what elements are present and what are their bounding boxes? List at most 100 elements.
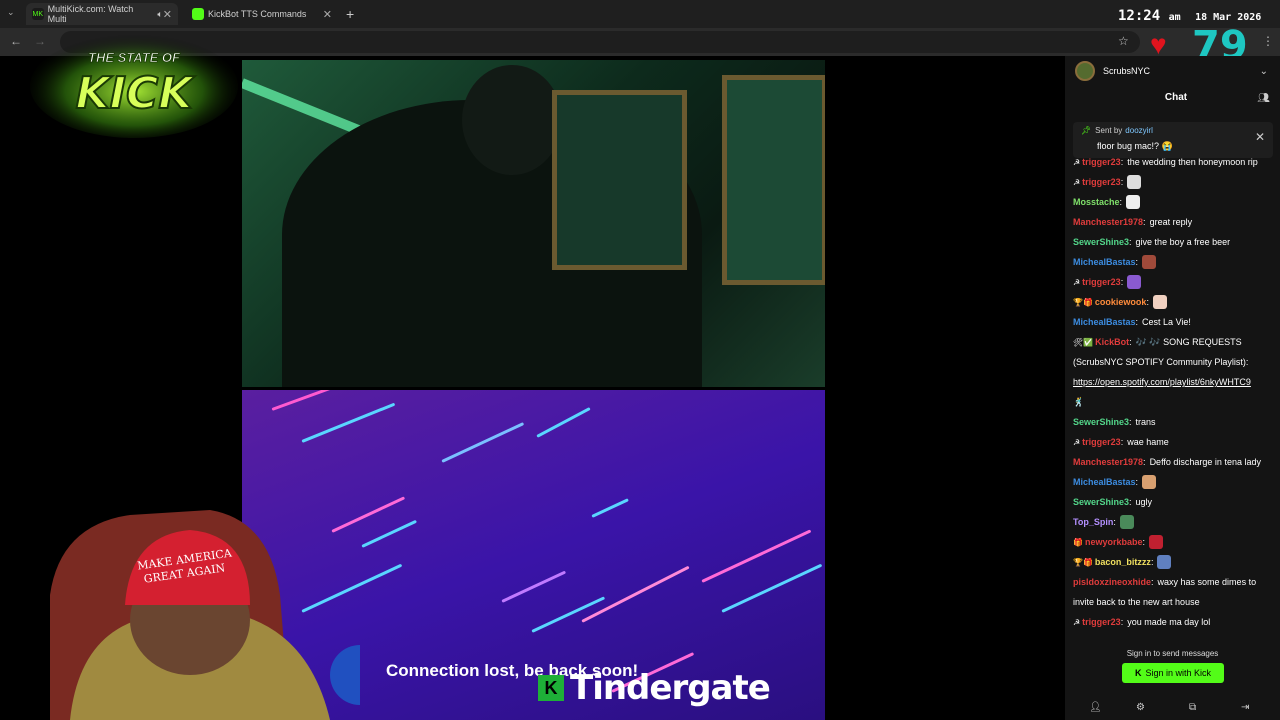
chat-username[interactable]: SewerShine3 — [1073, 497, 1129, 507]
username-separator: : — [1135, 477, 1139, 487]
chat-text: invite back to the new art house — [1073, 597, 1200, 607]
chat-username[interactable]: Manchester1978 — [1073, 457, 1143, 467]
chat-username[interactable]: Manchester1978 — [1073, 217, 1143, 227]
emote-icon — [1149, 535, 1164, 549]
kick-logo-icon: K — [538, 675, 564, 701]
close-icon[interactable]: ✕ — [1255, 130, 1265, 144]
head-silhouette — [462, 65, 562, 175]
picture-frame — [552, 90, 687, 270]
close-tab-icon[interactable]: ✕ — [323, 8, 332, 21]
chat-username[interactable]: trigger23 — [1082, 177, 1121, 187]
chat-message: MichealBastas: — [1073, 472, 1275, 492]
light-streak — [501, 570, 567, 603]
username-separator: : — [1129, 337, 1132, 347]
chat-message: ☭ trigger23: — [1073, 172, 1275, 192]
chat-link[interactable]: https://open.spotify.com/playlist/6nkyWH… — [1073, 377, 1251, 387]
chat-title: Chat — [1164, 92, 1188, 103]
tab-search-icon[interactable]: ⌄ — [7, 7, 15, 18]
pinned-text: floor bug mac!? 😭 — [1097, 141, 1173, 151]
chat-message: 🛠✅ KickBot: 🎶 🎶 SONG REQUESTS — [1073, 332, 1275, 352]
chat-username[interactable]: Top_Spin — [1073, 517, 1113, 527]
chat-text: 🎶 🎶 SONG REQUESTS — [1135, 336, 1242, 347]
chat-text: wae hame — [1127, 437, 1169, 447]
username-separator: : — [1119, 197, 1123, 207]
chat-username[interactable]: MichealBastas — [1073, 257, 1136, 267]
light-streak — [591, 498, 629, 518]
streamer-selector[interactable]: ScrubsNYC ⌄ — [1065, 56, 1280, 86]
chat-text: waxy has some dimes to — [1157, 577, 1257, 587]
gear-icon[interactable]: ⚙ — [1136, 702, 1145, 713]
emote-icon — [1127, 275, 1142, 289]
users-icon[interactable]: 👥︎ — [1257, 93, 1270, 104]
user-badge-icon: 🏆🎁 — [1073, 557, 1093, 567]
browser-menu-icon[interactable]: ⋮ — [1262, 34, 1274, 48]
chat-username[interactable]: pisldoxzineoxhide — [1073, 577, 1151, 587]
light-streak — [361, 519, 418, 548]
light-streak — [441, 422, 525, 463]
chat-text: Cest La Vie! — [1142, 317, 1191, 327]
chat-message: MichealBastas: — [1073, 252, 1275, 272]
chat-username[interactable]: MichealBastas — [1073, 477, 1136, 487]
chat-username[interactable]: SewerShine3 — [1073, 237, 1129, 247]
username-separator: : — [1129, 417, 1132, 427]
emote-icon — [1157, 555, 1172, 569]
chat-message: Manchester1978: great reply — [1073, 212, 1275, 232]
user-badge-icon: ☭ — [1073, 177, 1081, 187]
chat-message: Top_Spin: — [1073, 512, 1275, 532]
bookmark-star-icon[interactable]: ☆ — [1118, 34, 1129, 48]
signin-note: Sign in to send messages — [1126, 649, 1219, 658]
chat-text: Deffo discharge in tena lady — [1149, 457, 1261, 467]
blue-object — [330, 645, 360, 705]
username-separator: : — [1135, 317, 1139, 327]
pinned-message: 📌︎ Sent by doozyirl floor bug mac!? 😭 ✕ — [1073, 122, 1273, 158]
chat-username[interactable]: trigger23 — [1082, 617, 1121, 627]
chat-message: 🏆🎁 bacon_bitzzz: — [1073, 552, 1275, 572]
chat-username[interactable]: newyorkbabe — [1085, 537, 1143, 547]
light-streak — [581, 565, 690, 623]
chat-username[interactable]: trigger23 — [1082, 277, 1121, 287]
user-badge-icon: 🎁 — [1073, 537, 1083, 547]
new-tab-icon[interactable]: + — [346, 6, 354, 22]
chat-username[interactable]: cookiewook — [1095, 297, 1147, 307]
chevron-down-icon[interactable]: ⌄ — [1260, 66, 1268, 77]
exit-icon[interactable]: ⇥ — [1241, 702, 1249, 713]
sign-in-with-kick-button[interactable]: K Sign in with Kick — [1122, 663, 1224, 683]
user-badge-icon: ☭ — [1073, 277, 1081, 287]
chat-message: Manchester1978: Deffo discharge in tena l… — [1073, 452, 1275, 472]
username-separator: : — [1120, 177, 1124, 187]
chat-message: SewerShine3: trans — [1073, 412, 1275, 432]
chat-username[interactable]: MichealBastas — [1073, 317, 1136, 327]
add-user-icon[interactable]: 👤︎ — [1089, 702, 1102, 713]
chat-username[interactable]: SewerShine3 — [1073, 417, 1129, 427]
chat-username[interactable]: trigger23 — [1082, 437, 1121, 447]
emote-icon — [1127, 175, 1142, 189]
chat-username[interactable]: trigger23 — [1082, 157, 1121, 167]
username-separator: : — [1120, 437, 1124, 447]
emote-icon — [1142, 255, 1157, 269]
username-separator: : — [1120, 617, 1124, 627]
tab-kickbot[interactable]: KickBot TTS Commands ✕ — [186, 3, 338, 25]
chat-username[interactable]: KickBot — [1095, 337, 1129, 347]
username-separator: : — [1143, 457, 1146, 467]
chat-username[interactable]: Mosstache — [1073, 197, 1120, 207]
username-separator: : — [1151, 577, 1154, 587]
pinned-sent-by: 📌︎ Sent by doozyirl — [1081, 126, 1153, 135]
stream-video-top[interactable] — [242, 60, 825, 387]
chat-message: 🎁 newyorkbabe: — [1073, 532, 1275, 552]
emote-icon — [1119, 515, 1134, 529]
popout-icon[interactable]: ⧉ — [1189, 702, 1196, 713]
pinned-user[interactable]: doozyirl — [1125, 126, 1153, 135]
username-separator: : — [1129, 497, 1132, 507]
tab-multikick[interactable]: MK MultiKick.com: Watch Multi 🔈︎ ✕ — [26, 3, 178, 25]
user-badge-icon: 🛠✅ — [1073, 337, 1094, 347]
close-tab-icon[interactable]: ✕ — [163, 8, 172, 21]
back-icon[interactable]: ← — [10, 34, 22, 48]
chat-message: pisldoxzineoxhide: waxy has some dimes to — [1073, 572, 1275, 592]
tab-title: KickBot TTS Commands — [208, 9, 307, 19]
user-badge-icon: ☭ — [1073, 157, 1081, 167]
chat-message: invite back to the new art house — [1073, 592, 1275, 612]
emote-icon — [1142, 475, 1157, 489]
browser-tab-bar: ⌄ MK MultiKick.com: Watch Multi 🔈︎ ✕ Kic… — [0, 0, 1280, 28]
chat-message: ☭ trigger23: you made ma day lol — [1073, 612, 1275, 632]
chat-username[interactable]: bacon_bitzzz — [1095, 557, 1151, 567]
